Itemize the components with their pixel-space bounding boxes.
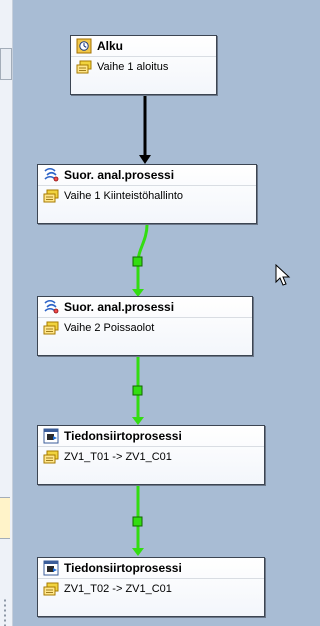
process-node-step1[interactable]: Suor. anal.prosessi Vaihe 1 Kiinteistöha… bbox=[37, 164, 257, 224]
node-subtitle: ZV1_T01 -> ZV1_C01 bbox=[64, 451, 172, 463]
step-icon bbox=[43, 321, 59, 335]
process-icon bbox=[44, 299, 59, 314]
resize-grip[interactable] bbox=[3, 598, 7, 626]
step-icon bbox=[76, 60, 92, 74]
transfer-icon bbox=[43, 560, 59, 576]
node-subtitle: Vaihe 1 aloitus bbox=[97, 61, 169, 73]
clock-icon bbox=[76, 38, 92, 54]
node-subtitle: Vaihe 2 Poissaolot bbox=[64, 322, 155, 334]
transfer-icon bbox=[43, 428, 59, 444]
panel-splitter-bottom[interactable] bbox=[0, 497, 10, 539]
step-icon bbox=[43, 450, 59, 464]
node-title: Alku bbox=[97, 39, 124, 53]
left-panel-strip bbox=[0, 0, 13, 626]
node-title: Tiedonsiirtoprosessi bbox=[64, 429, 182, 443]
process-node-step2[interactable]: Suor. anal.prosessi Vaihe 2 Poissaolot bbox=[37, 296, 253, 356]
process-node-transfer2[interactable]: Tiedonsiirtoprosessi ZV1_T02 -> ZV1_C01 bbox=[37, 557, 265, 617]
node-title: Suor. anal.prosessi bbox=[64, 168, 175, 182]
step-icon bbox=[43, 189, 59, 203]
node-subtitle: Vaihe 1 Kiinteistöhallinto bbox=[64, 190, 184, 202]
mouse-cursor-icon bbox=[275, 264, 291, 286]
process-node-start[interactable]: Alku Vaihe 1 aloitus bbox=[70, 35, 217, 95]
node-title: Suor. anal.prosessi bbox=[64, 300, 175, 314]
node-title: Tiedonsiirtoprosessi bbox=[64, 561, 182, 575]
node-subtitle: ZV1_T02 -> ZV1_C01 bbox=[64, 583, 172, 595]
step-icon bbox=[43, 582, 59, 596]
process-node-transfer1[interactable]: Tiedonsiirtoprosessi ZV1_T01 -> ZV1_C01 bbox=[37, 425, 265, 485]
process-chain-canvas[interactable]: Alku Vaihe 1 aloitus Suor. anal.prosessi bbox=[20, 0, 308, 626]
panel-splitter-top[interactable] bbox=[0, 48, 12, 80]
process-icon bbox=[44, 167, 59, 182]
